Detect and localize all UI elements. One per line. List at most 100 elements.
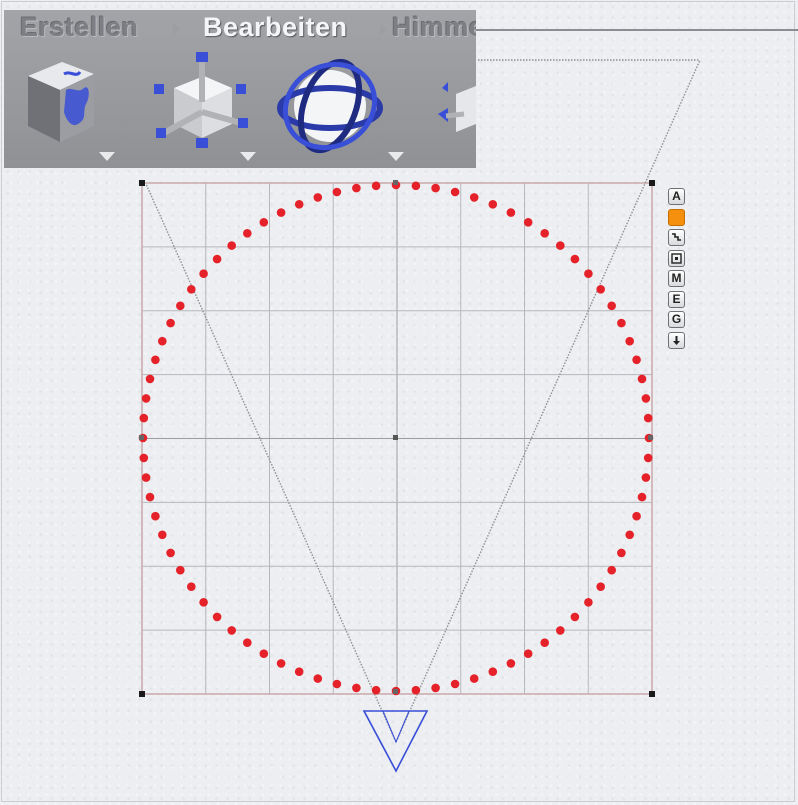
circle-point[interactable]: [506, 208, 516, 217]
circle-point[interactable]: [187, 582, 196, 591]
circle-point[interactable]: [584, 269, 593, 279]
circle-point[interactable]: [158, 336, 167, 346]
circle-point[interactable]: [431, 183, 440, 193]
circle-point[interactable]: [411, 685, 421, 695]
circle-point[interactable]: [371, 685, 381, 695]
orange-color-swatch-icon[interactable]: [668, 208, 685, 226]
circle-point[interactable]: [584, 598, 593, 607]
circle-point[interactable]: [199, 598, 208, 607]
circle-point[interactable]: [556, 241, 565, 250]
circle-point[interactable]: [450, 187, 460, 197]
down-arrow-icon[interactable]: [668, 331, 685, 349]
circle-point[interactable]: [607, 565, 616, 575]
circle-point[interactable]: [637, 492, 647, 502]
circle-point[interactable]: [352, 683, 361, 693]
scale-gizmo-icon[interactable]: [148, 50, 248, 154]
circle-point[interactable]: [540, 638, 549, 647]
tab-erstellen[interactable]: Erstellen: [20, 12, 139, 42]
tab-himmel[interactable]: Himmel: [392, 12, 476, 42]
move-gizmo-icon[interactable]: [434, 74, 476, 148]
camera-icon[interactable]: [362, 710, 429, 773]
circle-point[interactable]: [294, 667, 304, 676]
frame-selection-icon[interactable]: [668, 249, 685, 267]
circle-point[interactable]: [313, 674, 323, 683]
circle-point[interactable]: [617, 318, 626, 328]
circle-point[interactable]: [469, 674, 479, 683]
circle-point[interactable]: [151, 355, 160, 365]
circle-point[interactable]: [488, 200, 498, 209]
circle-point[interactable]: [276, 659, 286, 668]
circle-point[interactable]: [227, 241, 236, 250]
palette-tabs: Erstellen Bearbeiten Himmel: [4, 10, 476, 46]
dropdown-arrow[interactable]: [388, 152, 404, 161]
dropdown-arrow[interactable]: [99, 152, 115, 161]
tab-separator-arrow: [173, 23, 180, 35]
circle-point[interactable]: [227, 626, 236, 635]
circle-point[interactable]: [259, 649, 269, 658]
circle-point[interactable]: [632, 355, 641, 365]
circle-point[interactable]: [596, 582, 605, 591]
circle-point[interactable]: [166, 548, 175, 558]
circle-point[interactable]: [151, 511, 160, 521]
letter-a-button[interactable]: A: [668, 188, 685, 205]
circle-point[interactable]: [431, 683, 440, 693]
circle-point[interactable]: [607, 301, 616, 311]
circle-point[interactable]: [212, 254, 222, 264]
circle-point[interactable]: [139, 453, 149, 463]
circle-point[interactable]: [596, 285, 605, 294]
circle-point[interactable]: [212, 612, 222, 622]
handle-top-mid: [393, 180, 398, 185]
circle-point[interactable]: [352, 183, 361, 193]
circle-point[interactable]: [243, 229, 252, 238]
circle-point[interactable]: [523, 649, 533, 658]
circle-point[interactable]: [570, 254, 580, 264]
center-handle: [393, 435, 398, 440]
letter-m-button[interactable]: M: [668, 270, 685, 287]
dropdown-arrow[interactable]: [240, 152, 256, 161]
circle-point[interactable]: [411, 181, 421, 191]
circle-point[interactable]: [141, 473, 151, 482]
tab-bearbeiten[interactable]: Bearbeiten: [203, 12, 348, 42]
circle-point[interactable]: [294, 200, 304, 209]
circle-point[interactable]: [450, 679, 460, 689]
circle-point[interactable]: [488, 667, 498, 676]
circle-point[interactable]: [166, 318, 175, 328]
circle-point[interactable]: [332, 679, 342, 689]
circle-point[interactable]: [637, 374, 647, 384]
circle-point[interactable]: [371, 181, 381, 191]
circle-point[interactable]: [141, 394, 151, 403]
circle-point[interactable]: [556, 626, 565, 635]
circle-point[interactable]: [625, 530, 634, 540]
circle-point[interactable]: [187, 285, 196, 294]
textured-cube-icon[interactable]: [20, 54, 100, 150]
letter-g-button[interactable]: G: [668, 311, 685, 328]
circle-point[interactable]: [158, 530, 167, 540]
circle-point[interactable]: [259, 218, 269, 227]
circle-point[interactable]: [523, 218, 533, 227]
circle-point[interactable]: [632, 511, 641, 521]
circle-point[interactable]: [145, 492, 155, 502]
circle-point[interactable]: [641, 394, 651, 403]
circle-point[interactable]: [145, 374, 155, 384]
circle-point[interactable]: [643, 453, 653, 463]
circle-point[interactable]: [617, 548, 626, 558]
circle-point[interactable]: [139, 413, 149, 423]
circle-point[interactable]: [243, 638, 252, 647]
circle-point[interactable]: [276, 208, 286, 217]
circle-point[interactable]: [313, 193, 323, 202]
letter-e-button[interactable]: E: [668, 290, 685, 308]
circle-point[interactable]: [199, 269, 208, 279]
circle-point[interactable]: [540, 229, 549, 238]
link-chain-icon[interactable]: [668, 229, 685, 246]
rotate-gizmo-icon[interactable]: [274, 54, 386, 162]
circle-point[interactable]: [176, 301, 185, 311]
circle-point[interactable]: [469, 193, 479, 202]
circle-point[interactable]: [176, 565, 185, 575]
side-toolbar: A M E G: [668, 188, 688, 352]
circle-point[interactable]: [643, 413, 653, 423]
circle-point[interactable]: [625, 336, 634, 346]
circle-point[interactable]: [332, 187, 342, 197]
circle-point[interactable]: [570, 612, 580, 622]
circle-point[interactable]: [641, 473, 651, 482]
circle-point[interactable]: [506, 659, 516, 668]
